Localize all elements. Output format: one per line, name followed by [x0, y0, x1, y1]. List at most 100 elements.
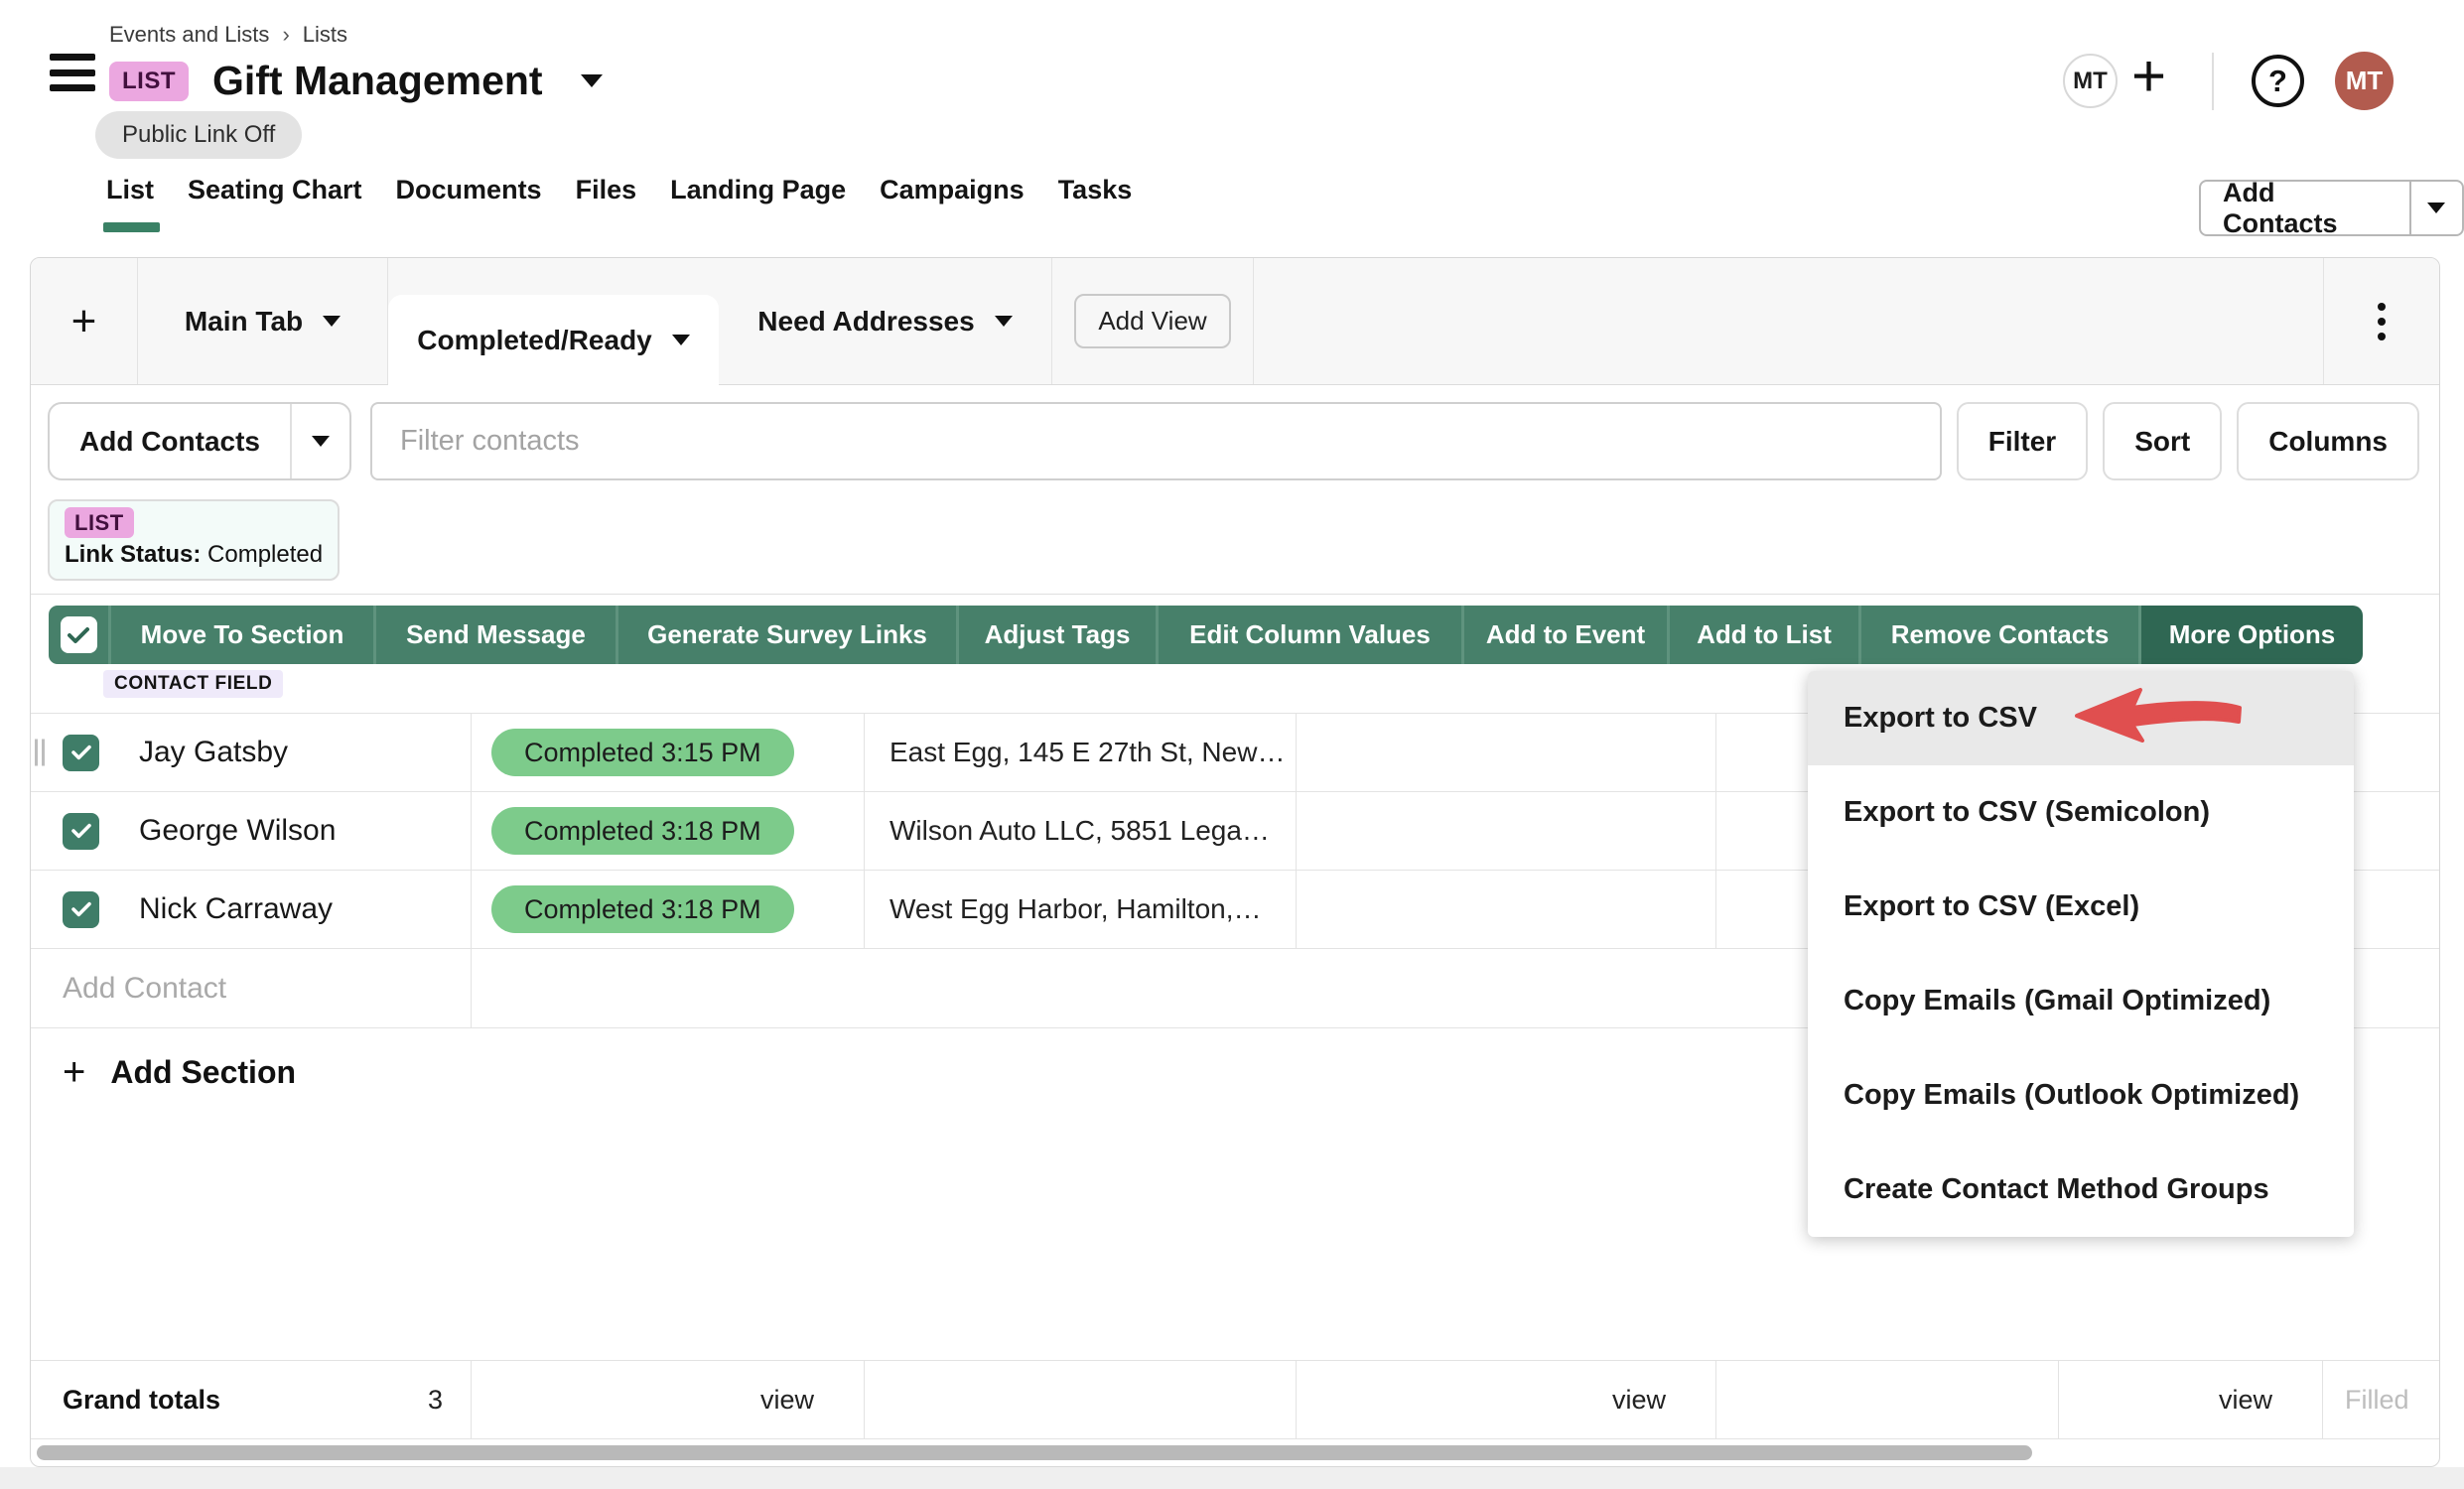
grand-totals-label: Grand totals — [63, 1385, 220, 1416]
address-text: East Egg, 145 E 27th St, New… — [890, 737, 1285, 768]
status-badge: Completed 3:15 PM — [491, 729, 794, 776]
menu-item-export-to-csv[interactable]: Export to CSV — [1808, 671, 2354, 765]
help-icon[interactable]: ? — [2252, 55, 2304, 107]
row-checkbox-checked[interactable] — [63, 813, 99, 850]
move-to-section-button[interactable]: Move To Section — [108, 606, 373, 664]
more-menu-kebab-icon[interactable] — [2324, 258, 2439, 384]
checkbox-checked-icon — [61, 616, 97, 653]
caret-down-icon — [312, 436, 330, 447]
horizontal-scrollbar[interactable] — [37, 1445, 2032, 1460]
chip-text: Link Status: Completed — [65, 541, 323, 569]
menu-item-label: Export to CSV (Excel) — [1844, 890, 2139, 923]
add-contact-placeholder[interactable]: Add Contact — [31, 949, 472, 1027]
plus-icon: + — [63, 1050, 85, 1095]
nav-tab-tasks[interactable]: Tasks — [1058, 175, 1133, 205]
contact-name-cell: Nick Carraway — [31, 871, 472, 948]
caret-down-icon — [323, 316, 341, 327]
add-view-button[interactable]: Add View — [1074, 294, 1230, 348]
nav-tab-list[interactable]: List — [106, 175, 154, 205]
caret-down-icon — [2427, 203, 2445, 213]
menu-item-copy-emails-gmail[interactable]: Copy Emails (Gmail Optimized) — [1808, 954, 2354, 1048]
menu-item-label: Copy Emails (Outlook Optimized) — [1844, 1079, 2299, 1112]
nav-tab-campaigns[interactable]: Campaigns — [880, 175, 1025, 205]
contact-field-column-header: CONTACT FIELD — [103, 670, 283, 698]
empty-cell[interactable] — [1297, 871, 1716, 948]
nav-tab-files[interactable]: Files — [576, 175, 637, 205]
public-link-status-pill[interactable]: Public Link Off — [95, 111, 302, 159]
contact-name[interactable]: Nick Carraway — [139, 892, 333, 926]
status-badge: Completed 3:18 PM — [491, 807, 794, 855]
address-text: Wilson Auto LLC, 5851 Lega… — [890, 815, 1270, 847]
grand-totals-row: Grand totals 3 view view view Filled — [31, 1360, 2439, 1439]
address-cell[interactable]: West Egg Harbor, Hamilton,… — [865, 871, 1297, 948]
nav-tab-landing-page[interactable]: Landing Page — [670, 175, 846, 205]
filter-button[interactable]: Filter — [1957, 402, 2088, 480]
add-to-list-button[interactable]: Add to List — [1667, 606, 1858, 664]
add-contacts-dropdown[interactable] — [292, 404, 349, 478]
contact-name[interactable]: Jay Gatsby — [139, 736, 288, 769]
contact-name[interactable]: George Wilson — [139, 814, 336, 848]
status-badge: Completed 3:18 PM — [491, 885, 794, 933]
add-to-event-button[interactable]: Add to Event — [1461, 606, 1667, 664]
address-cell[interactable]: Wilson Auto LLC, 5851 Lega… — [865, 792, 1297, 870]
add-contacts-dropdown-header[interactable] — [2411, 182, 2462, 234]
totals-empty-cell — [865, 1361, 1297, 1438]
breadcrumb-lists[interactable]: Lists — [303, 22, 347, 48]
contact-name-cell: Jay Gatsby — [31, 714, 472, 791]
add-workspace-plus-icon[interactable]: + — [2131, 47, 2166, 106]
add-contacts-button[interactable]: Add Contacts — [50, 404, 290, 478]
send-message-button[interactable]: Send Message — [373, 606, 616, 664]
empty-cell[interactable] — [1297, 714, 1716, 791]
totals-view-link[interactable]: view — [1297, 1361, 1716, 1438]
menu-item-label: Copy Emails (Gmail Optimized) — [1844, 985, 2270, 1017]
chip-value: Completed — [207, 541, 323, 568]
user-avatar[interactable]: MT — [2335, 52, 2394, 110]
strip-spacer — [1254, 258, 2324, 384]
link-status-filter-chip[interactable]: LIST Link Status: Completed — [48, 499, 340, 581]
caret-down-icon — [995, 316, 1013, 327]
contacts-toolbar: Add Contacts Filter Sort Columns — [31, 385, 2439, 497]
generate-survey-links-button[interactable]: Generate Survey Links — [616, 606, 956, 664]
row-checkbox-checked[interactable] — [63, 891, 99, 928]
active-tab-underline — [103, 222, 160, 232]
menu-item-copy-emails-outlook[interactable]: Copy Emails (Outlook Optimized) — [1808, 1048, 2354, 1143]
remove-contacts-button[interactable]: Remove Contacts — [1858, 606, 2138, 664]
adjust-tags-button[interactable]: Adjust Tags — [956, 606, 1156, 664]
add-contacts-split-button: Add Contacts — [48, 402, 351, 480]
title-caret-down-icon[interactable] — [581, 74, 603, 87]
add-tab-plus-icon[interactable]: + — [31, 258, 138, 384]
columns-button[interactable]: Columns — [2237, 402, 2419, 480]
status-cell: Completed 3:15 PM — [472, 714, 865, 791]
hamburger-menu-icon[interactable] — [50, 54, 95, 91]
breadcrumb: Events and Lists › Lists — [109, 22, 347, 48]
view-tab-completed-ready-active[interactable]: Completed/Ready — [388, 295, 719, 385]
add-contacts-split-button-header: Add Contacts — [2199, 180, 2464, 236]
edit-column-values-button[interactable]: Edit Column Values — [1156, 606, 1461, 664]
contact-name-cell: George Wilson — [31, 792, 472, 870]
more-options-button[interactable]: More Options — [2138, 606, 2363, 664]
view-tab-need-addresses[interactable]: Need Addresses — [719, 258, 1052, 384]
empty-cell[interactable] — [1297, 792, 1716, 870]
nav-tab-seating-chart[interactable]: Seating Chart — [188, 175, 362, 205]
add-contacts-button-header[interactable]: Add Contacts — [2201, 182, 2409, 234]
sort-button[interactable]: Sort — [2103, 402, 2222, 480]
breadcrumb-separator: › — [282, 22, 289, 48]
totals-view-link[interactable]: view — [472, 1361, 865, 1438]
title-row: LIST Gift Management — [109, 58, 603, 104]
row-checkbox-checked[interactable] — [63, 735, 99, 771]
menu-item-create-contact-method-groups[interactable]: Create Contact Method Groups — [1808, 1143, 2354, 1237]
breadcrumb-events-and-lists[interactable]: Events and Lists — [109, 22, 269, 48]
menu-item-export-to-csv-excel[interactable]: Export to CSV (Excel) — [1808, 860, 2354, 954]
totals-view-link[interactable]: view — [2059, 1361, 2323, 1438]
workspace-avatar[interactable]: MT — [2063, 54, 2118, 108]
chip-list-badge: LIST — [65, 507, 134, 538]
view-tab-main-tab[interactable]: Main Tab — [138, 258, 388, 384]
filter-contacts-input[interactable] — [370, 402, 1942, 480]
address-cell[interactable]: East Egg, 145 E 27th St, New… — [865, 714, 1297, 791]
select-all-checkbox[interactable] — [49, 606, 108, 664]
nav-tab-documents[interactable]: Documents — [396, 175, 542, 205]
drag-handle-icon[interactable] — [35, 740, 45, 766]
view-tabs-strip: + Main Tab Completed/Ready Need Addresse… — [31, 258, 2439, 385]
menu-item-export-to-csv-semicolon[interactable]: Export to CSV (Semicolon) — [1808, 765, 2354, 860]
red-annotation-arrow-icon — [2069, 686, 2246, 751]
